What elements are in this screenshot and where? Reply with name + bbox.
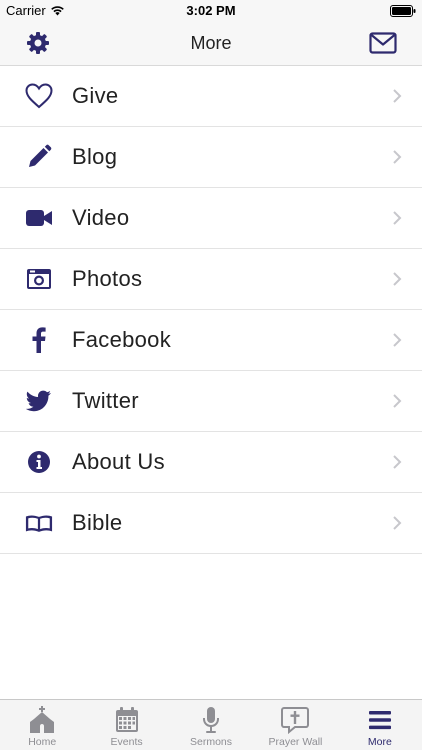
tab-label: Prayer Wall: [268, 736, 323, 748]
menu-item-blog[interactable]: Blog: [0, 127, 422, 188]
menu-item-video[interactable]: Video: [0, 188, 422, 249]
navigation-bar: More: [0, 22, 422, 66]
info-icon: [25, 448, 53, 476]
chevron-right-icon: [393, 272, 402, 286]
envelope-icon: [369, 32, 397, 54]
menu-item-facebook[interactable]: Facebook: [0, 310, 422, 371]
menu-item-label: Video: [72, 205, 130, 230]
menu-item-label: Bible: [72, 510, 123, 535]
menu-item-photos[interactable]: Photos: [0, 249, 422, 310]
prayer-bubble-icon: [281, 706, 310, 734]
tab-label: Home: [28, 736, 57, 748]
page-title: More: [190, 33, 232, 53]
menu-item-label: Give: [72, 83, 119, 108]
chevron-right-icon: [393, 150, 402, 164]
tab-label: More: [367, 736, 392, 748]
tab-events[interactable]: Events: [84, 700, 168, 750]
heart-icon: [25, 82, 53, 110]
menu-item-give[interactable]: Give: [0, 66, 422, 127]
menu-item-twitter[interactable]: Twitter: [0, 371, 422, 432]
twitter-icon: [25, 387, 53, 415]
tab-home[interactable]: Home: [0, 700, 84, 750]
status-bar: Carrier 3:02 PM: [0, 0, 422, 22]
tab-more[interactable]: More: [338, 700, 422, 750]
facebook-icon: [25, 326, 53, 354]
video-camera-icon: [25, 204, 53, 232]
more-menu-list: Give Blog Video Photos Facebook Twitter …: [0, 66, 422, 554]
chevron-right-icon: [393, 455, 402, 469]
tab-sermons[interactable]: Sermons: [169, 700, 253, 750]
chevron-right-icon: [393, 516, 402, 530]
mail-button[interactable]: [369, 32, 397, 54]
chevron-right-icon: [393, 333, 402, 347]
pencil-icon: [25, 143, 53, 171]
chevron-right-icon: [393, 394, 402, 408]
calendar-icon: [113, 706, 141, 734]
tab-prayer-wall[interactable]: Prayer Wall: [253, 700, 337, 750]
battery-icon: [390, 5, 416, 17]
menu-item-bible[interactable]: Bible: [0, 493, 422, 554]
microphone-icon: [197, 706, 225, 734]
tab-label: Events: [110, 736, 143, 748]
chevron-right-icon: [393, 211, 402, 225]
menu-item-label: Twitter: [72, 388, 139, 413]
status-time: 3:02 PM: [186, 3, 236, 18]
camera-icon: [25, 265, 53, 293]
menu-item-label: Facebook: [72, 327, 172, 352]
tab-bar: Home Events Sermons Prayer Wall More: [0, 699, 422, 750]
menu-item-label: Photos: [72, 266, 143, 291]
menu-item-label: About Us: [72, 449, 165, 474]
book-icon: [25, 509, 53, 537]
church-icon: [28, 706, 56, 734]
tab-label: Sermons: [190, 736, 233, 748]
menu-item-label: Blog: [72, 144, 118, 169]
hamburger-menu-icon: [366, 706, 394, 734]
chevron-right-icon: [393, 89, 402, 103]
menu-item-about-us[interactable]: About Us: [0, 432, 422, 493]
